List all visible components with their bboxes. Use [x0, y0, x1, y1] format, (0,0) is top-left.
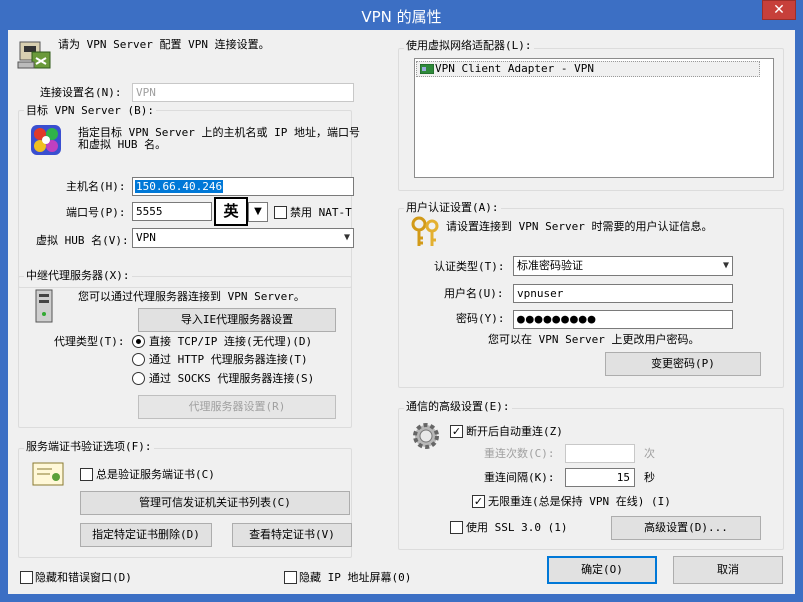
connection-name-input[interactable]: VPN — [132, 83, 354, 102]
hostname-value: 150.66.40.246 — [135, 180, 224, 193]
cancel-button[interactable]: 取消 — [673, 556, 783, 584]
chevron-down-icon: ▼ — [254, 206, 262, 217]
delete-specific-cert-button[interactable]: 指定特定证书删除(D) — [80, 523, 212, 547]
manage-trusted-ca-button[interactable]: 管理可信发证机关证书列表(C) — [80, 491, 350, 515]
proxy-direct-radio[interactable] — [132, 335, 145, 348]
verify-server-cert-checkbox[interactable] — [80, 468, 93, 481]
auto-reconnect-checkbox[interactable]: ✓ — [450, 425, 463, 438]
infinite-reconnect-checkbox[interactable]: ✓ — [472, 495, 485, 508]
username-label: 用户名(U): — [444, 287, 504, 300]
proxy-server-icon — [35, 289, 53, 323]
adapter-list[interactable]: VPN Client Adapter - VPN — [414, 58, 774, 178]
reconnect-interval-input[interactable]: 15 — [565, 468, 635, 487]
hostname-input[interactable]: 150.66.40.246 — [132, 177, 354, 196]
password-label: 密码(Y): — [456, 312, 505, 325]
hide-ip-screen-checkbox[interactable] — [284, 571, 297, 584]
import-ie-proxy-button[interactable]: 导入IE代理服务器设置 — [138, 308, 336, 332]
hub-name-label: 虚拟 HUB 名(V): — [36, 234, 129, 247]
reconnect-interval-label: 重连间隔(K): — [484, 471, 555, 484]
proxy-direct-label: 直接 TCP/IP 连接(无代理)(D) — [149, 335, 313, 348]
proxy-socks-radio[interactable] — [132, 372, 145, 385]
port-label: 端口号(P): — [66, 206, 126, 219]
reconnect-count-input[interactable] — [565, 444, 635, 463]
server-globe-icon — [31, 125, 61, 155]
disable-nat-t-label: 禁用 NAT-T — [290, 206, 352, 219]
reconnect-interval-unit: 秒 — [644, 471, 655, 484]
hub-name-select[interactable]: VPN ▼ — [132, 228, 354, 248]
hide-error-window-checkbox[interactable] — [20, 571, 33, 584]
certificate-group-label: 服务端证书验证选项(F): — [24, 440, 154, 454]
chevron-down-icon: ▼ — [722, 260, 729, 271]
list-item[interactable]: VPN Client Adapter - VPN — [416, 61, 760, 77]
ok-button[interactable]: 确定(O) — [547, 556, 657, 584]
gear-icon — [413, 423, 439, 449]
auth-description: 请设置连接到 VPN Server 时需要的用户认证信息。 — [446, 220, 713, 233]
target-server-group-label: 目标 VPN Server (B): — [24, 104, 156, 118]
proxy-socks-label: 通过 SOCKS 代理服务器连接(S) — [149, 372, 315, 385]
port-input[interactable]: 5555 — [132, 202, 212, 221]
auth-type-label: 认证类型(T): — [434, 260, 505, 273]
disable-nat-t-checkbox[interactable] — [274, 206, 287, 219]
username-input[interactable]: vpnuser — [513, 284, 733, 303]
proxy-description: 您可以通过代理服务器连接到 VPN Server。 — [78, 290, 305, 303]
hide-ip-screen-label: 隐藏 IP 地址屏幕(0) — [299, 571, 412, 584]
target-description-line2: 和虚拟 HUB 名。 — [78, 138, 167, 151]
auth-group-label: 用户认证设置(A): — [404, 201, 501, 215]
proxy-group-label: 中继代理服务器(X): — [24, 269, 132, 283]
network-computer-icon — [17, 41, 51, 69]
proxy-settings-button[interactable]: 代理服务器设置(R) — [138, 395, 336, 419]
ime-mode-indicator[interactable]: 英 — [214, 197, 248, 226]
certificate-icon — [32, 462, 64, 486]
infinite-reconnect-label: 无限重连(总是保持 VPN 在线) (I) — [488, 495, 671, 508]
connection-name-label: 连接设置名(N): — [40, 86, 122, 99]
use-ssl3-checkbox[interactable] — [450, 521, 463, 534]
advanced-group-label: 通信的高级设置(E): — [404, 400, 512, 414]
chevron-down-icon: ▼ — [343, 232, 350, 243]
change-password-button[interactable]: 变更密码(P) — [605, 352, 761, 376]
verify-server-cert-label: 总是验证服务端证书(C) — [96, 468, 215, 481]
advanced-settings-button[interactable]: 高级设置(D)... — [611, 516, 761, 540]
change-password-hint: 您可以在 VPN Server 上更改用户密码。 — [488, 333, 700, 346]
hostname-label: 主机名(H): — [66, 180, 126, 193]
keys-icon — [411, 216, 439, 246]
password-input[interactable]: ●●●●●●●●● — [513, 310, 733, 329]
adapter-group-label: 使用虚拟网络适配器(L): — [404, 39, 534, 53]
dialog-client-area: 请为 VPN Server 配置 VPN 连接设置。 连接设置名(N): VPN… — [8, 30, 795, 594]
port-dropdown-button[interactable]: ▼ — [248, 202, 268, 222]
close-button[interactable]: ✕ — [762, 0, 796, 20]
proxy-http-radio[interactable] — [132, 353, 145, 366]
proxy-http-label: 通过 HTTP 代理服务器连接(T) — [149, 353, 308, 366]
proxy-type-label: 代理类型(T): — [54, 335, 125, 348]
reconnect-count-unit: 次 — [644, 447, 655, 460]
window-title: VPN 的属性 — [361, 8, 442, 26]
view-specific-cert-button[interactable]: 查看特定证书(V) — [232, 523, 352, 547]
intro-text: 请为 VPN Server 配置 VPN 连接设置。 — [58, 38, 270, 51]
reconnect-count-label: 重连次数(C): — [484, 447, 555, 460]
auth-type-select[interactable]: 标准密码验证 ▼ — [513, 256, 733, 276]
network-adapter-icon — [420, 64, 434, 74]
hide-error-window-label: 隐藏和错误窗口(D) — [35, 571, 132, 584]
auto-reconnect-label: 断开后自动重连(Z) — [466, 425, 563, 438]
adapter-name: VPN Client Adapter - VPN — [435, 62, 594, 75]
use-ssl3-label: 使用 SSL 3.0 (1) — [466, 521, 568, 534]
